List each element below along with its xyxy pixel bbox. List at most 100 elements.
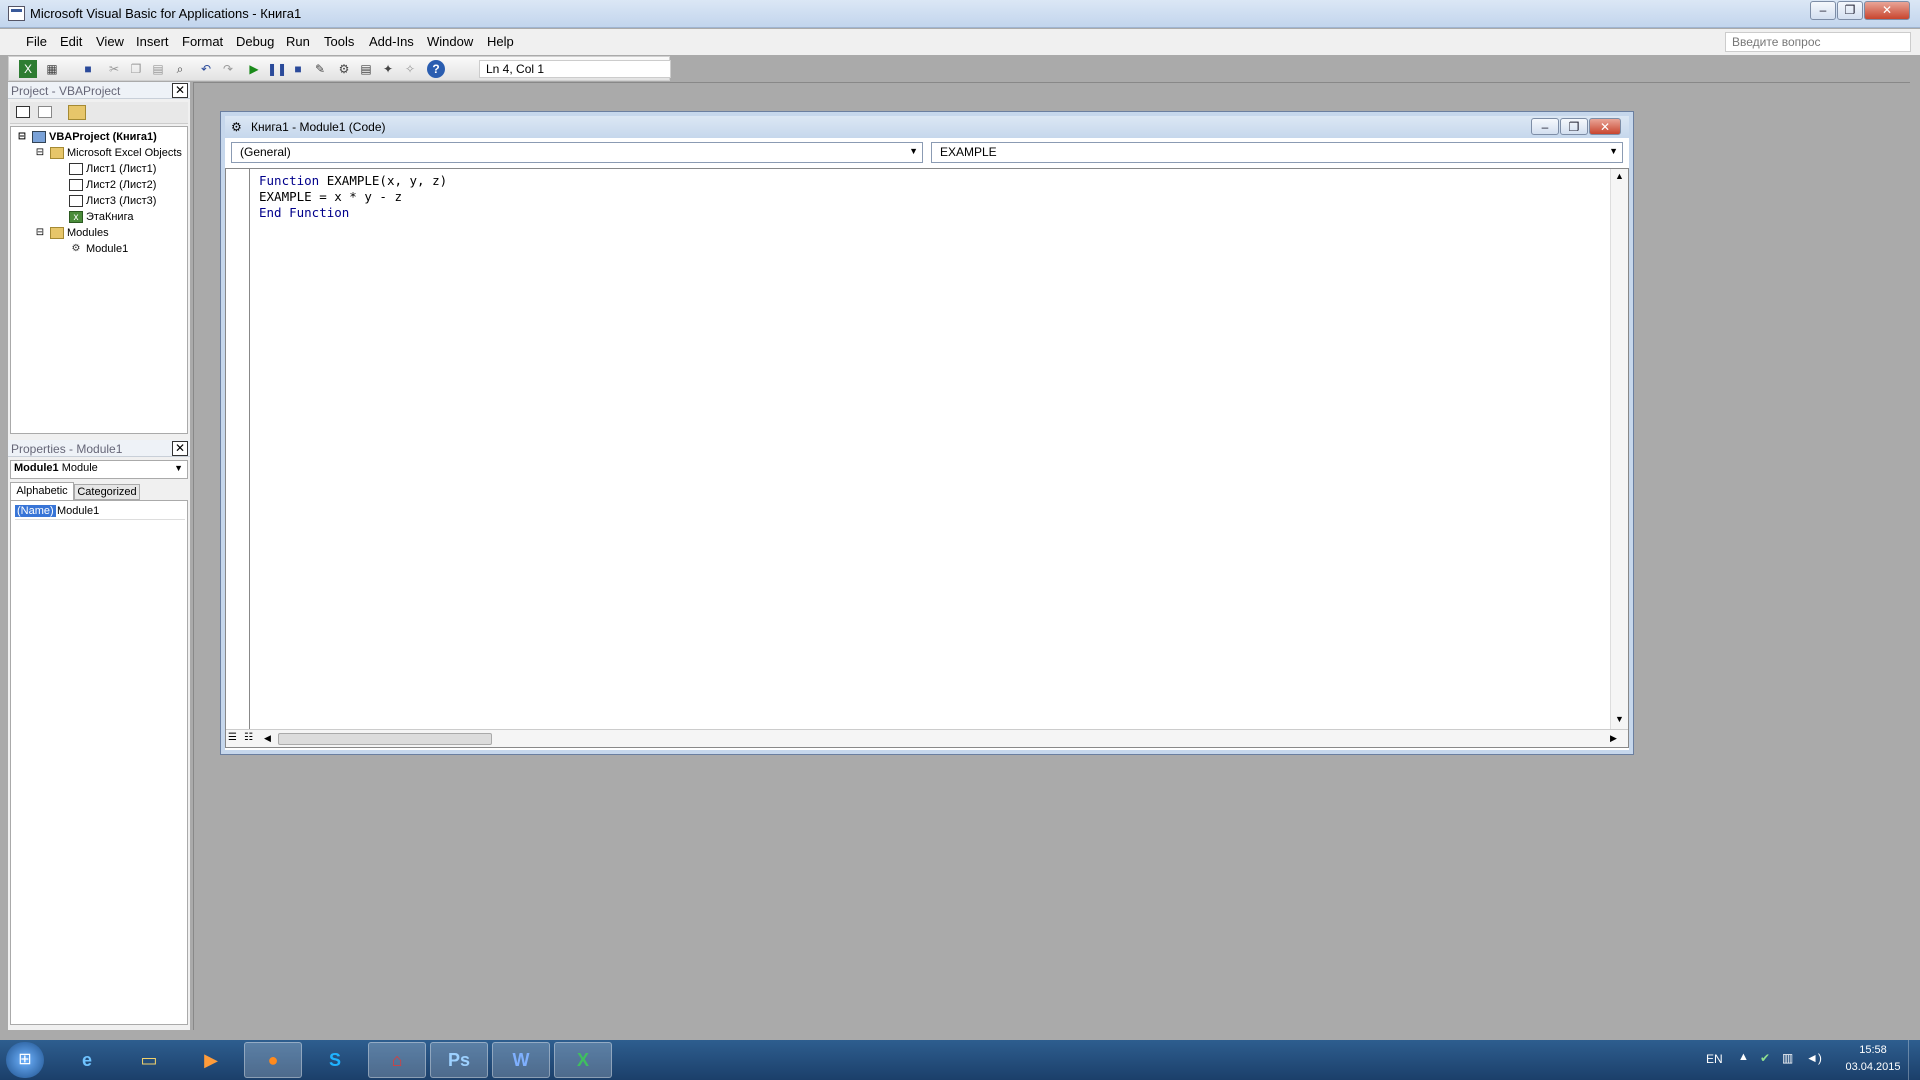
media-player-icon[interactable]: ▶ (182, 1042, 240, 1078)
horizontal-scrollbar[interactable]: ☰ ☷ ◀ ▶ (226, 729, 1628, 747)
adobe-reader-icon[interactable]: ⌂ (368, 1042, 426, 1078)
view-excel-icon[interactable]: X (19, 60, 37, 78)
collapse-icon[interactable]: ⊟ (15, 131, 29, 143)
view-object-icon[interactable] (38, 106, 52, 118)
tree-sheet1[interactable]: Лист1 (Лист1) (69, 161, 156, 177)
cut-icon[interactable]: ✂ (105, 60, 123, 78)
code-restore-button[interactable]: ❐ (1560, 118, 1588, 135)
skype-icon[interactable]: S (306, 1042, 364, 1078)
minimize-button[interactable]: ‒ (1810, 1, 1836, 20)
menu-window[interactable]: Window (427, 34, 473, 49)
property-row[interactable]: (Name) Module1 (15, 504, 185, 520)
start-button[interactable]: ⊞ (6, 1042, 44, 1078)
full-module-view-icon[interactable]: ☷ (244, 732, 253, 743)
excel-icon[interactable]: X (554, 1042, 612, 1078)
paste-icon[interactable]: ▤ (149, 60, 167, 78)
scroll-thumb[interactable] (278, 733, 492, 745)
object-browser-icon[interactable]: ✦ (379, 60, 397, 78)
word-icon[interactable]: W (492, 1042, 550, 1078)
internet-explorer-icon[interactable]: e (58, 1042, 116, 1078)
find-icon[interactable]: ⌕ (171, 60, 189, 78)
menu-edit[interactable]: Edit (60, 34, 82, 49)
show-hidden-icons-icon[interactable]: ▲ (1738, 1051, 1749, 1063)
chevron-down-icon: ▼ (174, 463, 183, 473)
show-desktop-button[interactable] (1908, 1040, 1920, 1080)
app-title: Microsoft Visual Basic for Applications … (30, 6, 302, 21)
code-editor[interactable]: Function EXAMPLE(x, y, z) EXAMPLE = x * y… (225, 168, 1629, 748)
scroll-up-icon[interactable]: ▲ (1615, 171, 1624, 181)
undo-icon[interactable]: ↶ (197, 60, 215, 78)
project-pane-close-icon[interactable]: ✕ (172, 83, 188, 98)
code-close-button[interactable]: ✕ (1589, 118, 1621, 135)
run-icon[interactable]: ▶ (245, 60, 263, 78)
break-icon[interactable]: ❚❚ (267, 60, 287, 78)
property-value[interactable]: Module1 (57, 505, 99, 517)
module-icon: ⚙ (71, 243, 81, 255)
app-title-bar: Microsoft Visual Basic for Applications … (0, 0, 1920, 28)
breakpoint-margin[interactable] (226, 169, 250, 729)
close-button[interactable]: ✕ (1864, 1, 1910, 20)
design-mode-icon[interactable]: ✎ (311, 60, 329, 78)
scroll-left-icon[interactable]: ◀ (264, 733, 271, 744)
menu-debug[interactable]: Debug (236, 34, 274, 49)
properties-object-select[interactable]: Module1 Module ▼ (10, 460, 188, 479)
scroll-down-icon[interactable]: ▼ (1615, 714, 1624, 724)
network-icon[interactable]: ▥ (1782, 1051, 1793, 1065)
vbaproject-label: VBAProject (Книга1) (49, 131, 157, 143)
procedure-combo[interactable]: EXAMPLE ▼ (931, 142, 1623, 163)
menu-file[interactable]: File (26, 34, 47, 49)
toolbox-icon[interactable]: ✧ (401, 60, 419, 78)
firefox-icon[interactable]: ● (244, 1042, 302, 1078)
code-text[interactable]: Function EXAMPLE(x, y, z) EXAMPLE = x * y… (259, 173, 447, 221)
clock-date[interactable]: 03.04.2015 (1838, 1061, 1908, 1073)
menu-run[interactable]: Run (286, 34, 310, 49)
toggle-folders-icon[interactable] (68, 105, 86, 120)
menu-view[interactable]: View (96, 34, 124, 49)
properties-window-icon[interactable]: ▤ (357, 60, 375, 78)
menu-addins[interactable]: Add-Ins (369, 34, 414, 49)
project-explorer-icon[interactable]: ⚙ (335, 60, 353, 78)
keyword-function: Function (259, 173, 320, 188)
procedure-view-icon[interactable]: ☰ (228, 732, 237, 743)
code-minimize-button[interactable]: ‒ (1531, 118, 1559, 135)
copy-icon[interactable]: ❐ (127, 60, 145, 78)
properties-pane-close-icon[interactable]: ✕ (172, 441, 188, 456)
photoshop-icon[interactable]: Ps (430, 1042, 488, 1078)
tab-categorized[interactable]: Categorized (74, 484, 140, 500)
help-icon[interactable]: ? (427, 60, 445, 78)
vertical-scrollbar[interactable]: ▲ ▼ (1610, 169, 1628, 729)
tree-thisworkbook[interactable]: x ЭтаКнига (69, 209, 133, 225)
ask-question-input[interactable]: Введите вопрос (1725, 32, 1911, 52)
menu-tools[interactable]: Tools (324, 34, 354, 49)
object-combo[interactable]: (General) ▼ (231, 142, 923, 163)
insert-userform-icon[interactable]: ▦ (43, 60, 61, 78)
redo-icon[interactable]: ↷ (219, 60, 237, 78)
volume-icon[interactable]: ◄) (1806, 1051, 1822, 1065)
view-code-icon[interactable] (16, 106, 30, 118)
properties-grid: (Name) Module1 (10, 500, 188, 1025)
tree-excel-objects[interactable]: ⊟ Microsoft Excel Objects (33, 145, 182, 161)
restore-button[interactable]: ❐ (1837, 1, 1863, 20)
save-icon[interactable]: ■ (79, 60, 97, 78)
clock-time[interactable]: 15:58 (1848, 1044, 1898, 1056)
tree-vbaproject[interactable]: ⊟ VBAProject (Книга1) (15, 129, 157, 145)
file-explorer-icon[interactable]: ▭ (120, 1042, 178, 1078)
menu-insert[interactable]: Insert (136, 34, 169, 49)
code-window: ⚙ Книга1 - Module1 (Code) ‒ ❐ ✕ (General… (221, 112, 1633, 754)
menu-help[interactable]: Help (487, 34, 514, 49)
reset-icon[interactable]: ■ (289, 60, 307, 78)
tray-app-icon[interactable]: ✔ (1760, 1051, 1770, 1065)
language-indicator[interactable]: EN (1706, 1052, 1723, 1066)
menu-format[interactable]: Format (182, 34, 223, 49)
sheet2-label: Лист2 (Лист2) (86, 179, 157, 191)
tab-alphabetic[interactable]: Alphabetic (10, 482, 74, 500)
chevron-down-icon: ▼ (1609, 146, 1618, 156)
tree-modules[interactable]: ⊟ Modules (33, 225, 109, 241)
collapse-icon[interactable]: ⊟ (33, 147, 47, 159)
tree-module1[interactable]: ⚙ Module1 (69, 241, 129, 257)
scroll-right-icon[interactable]: ▶ (1610, 733, 1617, 744)
tree-sheet3[interactable]: Лист3 (Лист3) (69, 193, 156, 209)
collapse-icon[interactable]: ⊟ (33, 227, 47, 239)
properties-pane-title: Properties - Module1 (11, 442, 123, 456)
tree-sheet2[interactable]: Лист2 (Лист2) (69, 177, 156, 193)
